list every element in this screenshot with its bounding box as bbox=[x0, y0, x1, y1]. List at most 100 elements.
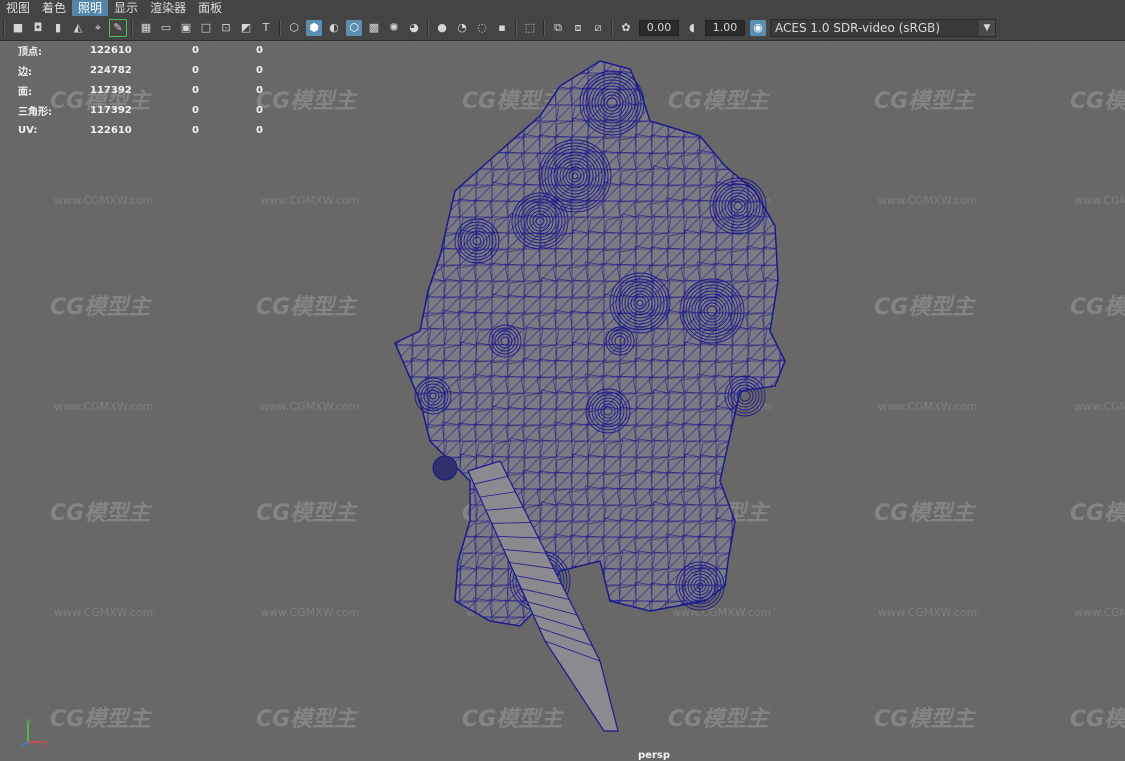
menu-panels[interactable]: 面板 bbox=[192, 0, 228, 16]
viewport-canvas[interactable]: CG模型主 CG模型主 CG模型主 CG模型主 www.CGMXW.com www.CGM… bbox=[0, 41, 1125, 761]
mesh-cell bbox=[779, 216, 785, 235]
two-d-pan-icon[interactable]: ⌖ bbox=[90, 20, 106, 36]
hud-value: 0 bbox=[192, 64, 199, 76]
chevron-down-icon[interactable]: ▼ bbox=[979, 20, 995, 36]
mesh-cell bbox=[794, 535, 812, 553]
grid-icon[interactable]: ▦ bbox=[138, 20, 154, 36]
default-material-icon[interactable]: ◐ bbox=[326, 20, 342, 36]
menu-show[interactable]: 显示 bbox=[108, 0, 144, 16]
smooth-shade-icon[interactable]: ⬢ bbox=[306, 20, 322, 36]
mesh-cell bbox=[728, 487, 749, 506]
mesh-cell bbox=[395, 216, 398, 235]
color-management-icon[interactable]: ◉ bbox=[750, 20, 766, 36]
mesh-cell bbox=[763, 568, 781, 586]
mesh-cell bbox=[794, 423, 812, 441]
grease-pencil-icon[interactable]: ✎ bbox=[109, 19, 127, 37]
mesh-cell bbox=[425, 200, 446, 218]
mesh-cell bbox=[776, 488, 785, 506]
wireframe-on-shaded-icon[interactable]: ⬡ bbox=[346, 20, 362, 36]
mesh-cell bbox=[715, 119, 733, 138]
hud-value: 122610 bbox=[90, 44, 132, 56]
xray-active-icon[interactable]: ⧈ bbox=[570, 20, 586, 36]
mesh-cell bbox=[427, 501, 445, 522]
menu-lighting[interactable]: 照明 bbox=[72, 0, 109, 16]
hud-row-uvs: UV: 122610 0 0 bbox=[18, 120, 286, 140]
mesh-cell bbox=[444, 633, 460, 649]
menu-shading[interactable]: 着色 bbox=[36, 0, 72, 16]
camera-select-icon[interactable]: ■ bbox=[10, 20, 26, 36]
mesh-cell bbox=[440, 488, 461, 506]
mesh-cell bbox=[700, 633, 716, 649]
gate-mask-icon[interactable]: □ bbox=[198, 20, 214, 36]
exposure-field[interactable]: 1.00 bbox=[705, 20, 745, 36]
motion-blur-icon[interactable]: ◔ bbox=[454, 20, 470, 36]
screen-space-ao-icon[interactable]: ● bbox=[434, 20, 450, 36]
mesh-cell bbox=[443, 166, 461, 186]
mesh-cell bbox=[763, 165, 781, 186]
gamma-icon[interactable]: ✿ bbox=[618, 20, 634, 36]
gamma-field[interactable]: 0.00 bbox=[639, 20, 679, 36]
hud-value: 0 bbox=[256, 64, 263, 76]
mesh-cell bbox=[475, 72, 494, 90]
mesh-cell bbox=[764, 633, 780, 649]
wireframe-icon[interactable]: ⬡ bbox=[286, 20, 302, 36]
mesh-cell bbox=[395, 182, 413, 202]
mesh-cell bbox=[395, 456, 413, 474]
mesh-cell bbox=[380, 630, 396, 649]
use-all-lights-icon[interactable]: ✺ bbox=[386, 20, 402, 36]
mesh-cell bbox=[796, 168, 812, 185]
mesh-cell bbox=[763, 439, 781, 459]
mesh-cell bbox=[584, 597, 605, 618]
mesh-cell bbox=[410, 133, 429, 154]
safe-action-icon[interactable]: ◩ bbox=[238, 20, 254, 36]
image-plane-icon[interactable]: ◭ bbox=[70, 20, 86, 36]
shadows-icon[interactable]: ◕ bbox=[406, 20, 422, 36]
hud-value: 0 bbox=[256, 104, 263, 116]
mesh-cell bbox=[796, 616, 812, 633]
mesh-cell bbox=[683, 104, 701, 123]
mesh-cell bbox=[683, 615, 701, 626]
mesh-cell bbox=[777, 197, 785, 218]
mesh-cell bbox=[745, 41, 764, 57]
camera-attributes-icon[interactable]: ◘ bbox=[30, 20, 46, 36]
viewport-toolbar: ■ ◘ ▮ ◭ ⌖ ✎ ▦ ▭ ▣ □ ⊡ ◩ T ⬡ ⬢ ◐ ⬡ ▩ ✺ ◕ … bbox=[0, 16, 1125, 41]
mesh-cell bbox=[508, 631, 524, 649]
mesh-cell bbox=[411, 183, 429, 202]
mesh-cell bbox=[489, 88, 509, 106]
mesh-cell bbox=[411, 519, 429, 538]
textured-icon[interactable]: ▩ bbox=[366, 20, 382, 36]
mesh-cell bbox=[586, 584, 605, 602]
mesh-cell bbox=[744, 488, 765, 506]
mesh-cell bbox=[777, 533, 785, 554]
mesh-cell bbox=[395, 61, 397, 74]
field-chart-icon[interactable]: ⊡ bbox=[218, 20, 234, 36]
mesh-cell bbox=[665, 41, 684, 57]
film-gate-icon[interactable]: ▭ bbox=[158, 20, 174, 36]
safe-title-icon[interactable]: T bbox=[258, 20, 274, 36]
menu-view[interactable]: 视图 bbox=[0, 0, 36, 16]
view-transform-select[interactable]: ACES 1.0 SDR-video (sRGB) ▼ bbox=[770, 19, 996, 37]
mesh-cell bbox=[762, 470, 781, 490]
menu-renderer[interactable]: 渲染器 bbox=[144, 0, 192, 16]
mesh-cell bbox=[395, 392, 413, 410]
xray-joints-icon[interactable]: ⧄ bbox=[590, 20, 606, 36]
depth-of-field-icon[interactable]: ▪ bbox=[494, 20, 510, 36]
armor-disc-ring bbox=[739, 390, 751, 402]
xray-icon[interactable]: ⧉ bbox=[550, 20, 566, 36]
wireframe-model[interactable] bbox=[0, 41, 1125, 761]
anti-aliasing-icon[interactable]: ◌ bbox=[474, 20, 490, 36]
isolate-select-icon[interactable]: ⬚ bbox=[522, 20, 538, 36]
mesh-cell bbox=[395, 88, 413, 106]
resolution-gate-icon[interactable]: ▣ bbox=[178, 20, 194, 36]
hud-value: 0 bbox=[256, 44, 263, 56]
mesh-cell bbox=[441, 533, 461, 554]
view-transform-value: ACES 1.0 SDR-video (sRGB) bbox=[775, 21, 941, 35]
exposure-icon[interactable]: ◖ bbox=[684, 20, 700, 36]
mesh-cell bbox=[760, 600, 781, 618]
mesh-cell bbox=[777, 41, 796, 57]
mesh-cell bbox=[459, 72, 477, 90]
mesh-cell bbox=[683, 72, 701, 90]
mesh-cell bbox=[395, 151, 413, 170]
mesh-cell bbox=[796, 105, 812, 121]
bookmark-icon[interactable]: ▮ bbox=[50, 20, 66, 36]
